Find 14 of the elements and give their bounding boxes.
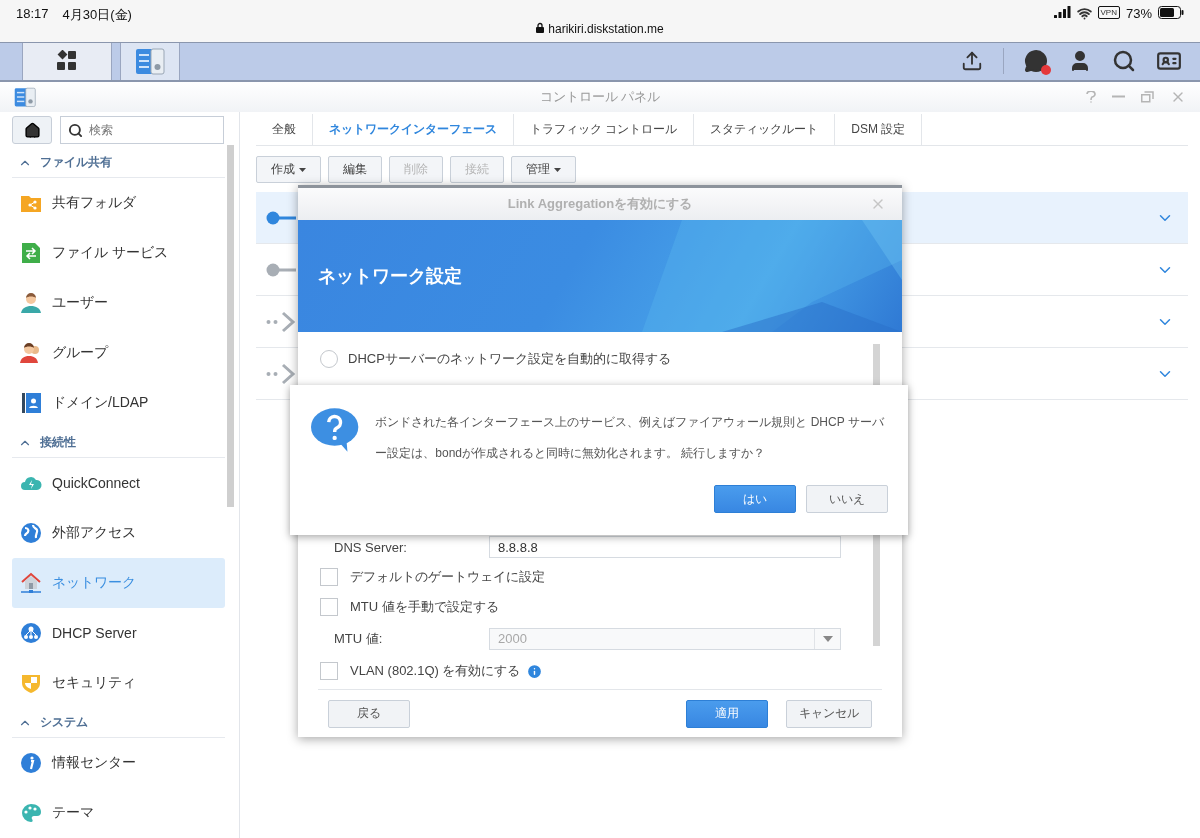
battery-percent: 73% [1125, 6, 1152, 21]
checkbox-label: MTU 値を手動で設定する [350, 598, 499, 616]
vpn-badge: VPN [1097, 6, 1120, 19]
checkbox-label: VLAN (802.1Q) を有効にする [350, 662, 521, 680]
window-title: コントロール パネル [539, 87, 661, 106]
checkbox-label: デフォルトのゲートウェイに設定 [350, 568, 545, 586]
confirm-message: ボンドされた各インターフェース上のサービス、例えばファイアウォール規則と DHCP サーバー設定は、bondが作成されると同時に無効化されます。 続行しますか？ [375, 414, 885, 462]
date-text: 4月30日(金) [62, 6, 132, 24]
field-label: MTU 値: [333, 629, 384, 648]
banner-title: ネットワーク設定 [318, 265, 462, 288]
field-label: DNS Server: [333, 539, 408, 555]
dialog-title: Link Aggregationを有効にする [507, 195, 693, 213]
radio-label: DHCPサーバーのネットワーク設定を自動的に取得する [348, 350, 671, 368]
clock-time: 18:17 [16, 6, 49, 23]
